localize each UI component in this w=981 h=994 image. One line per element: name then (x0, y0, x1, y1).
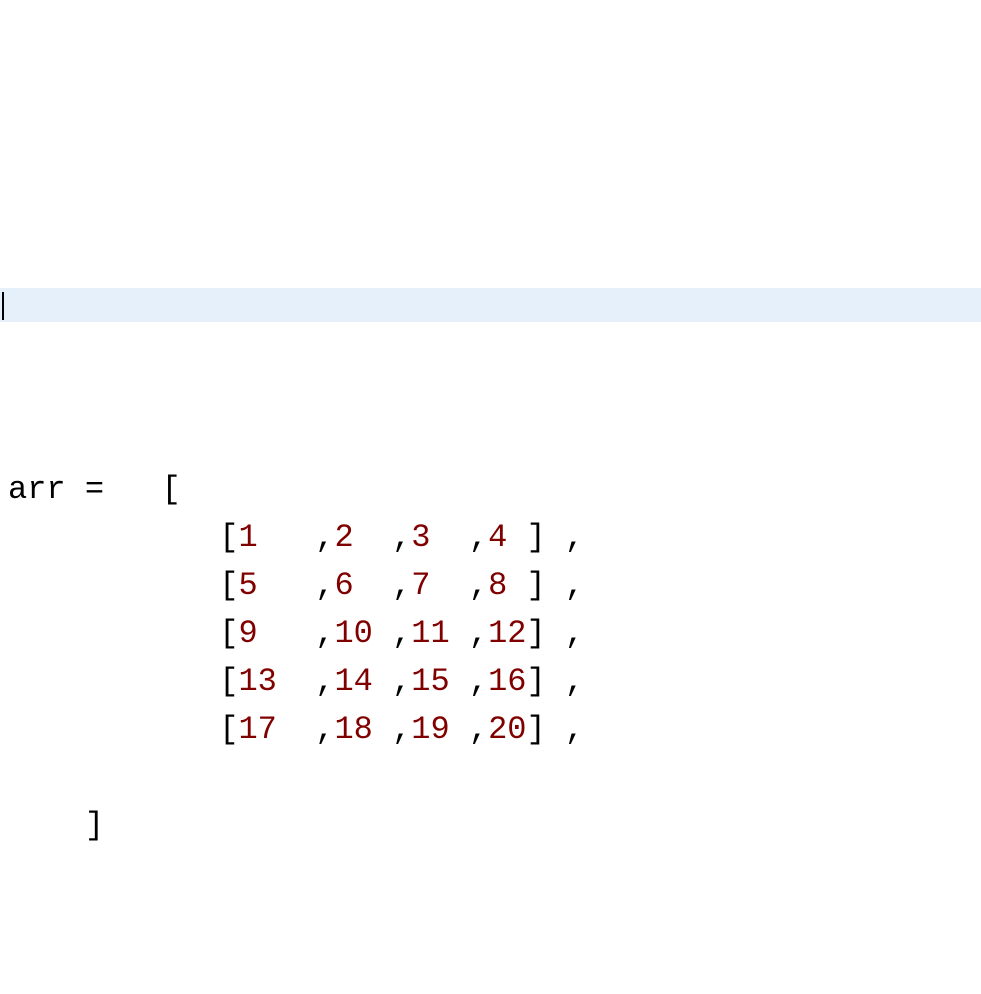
row-bracket-close: ] (526, 663, 545, 700)
row-bracket-open: [ (219, 519, 238, 556)
array-value: 8 (488, 567, 507, 604)
comma: , (469, 519, 488, 556)
comma: , (315, 567, 334, 604)
outer-bracket-close: ] (85, 807, 104, 844)
comma: , (392, 711, 411, 748)
comma: , (392, 567, 411, 604)
comma: , (315, 663, 334, 700)
variable-name: arr (8, 471, 66, 508)
row-bracket-close: ] (526, 519, 545, 556)
array-value: 7 (411, 567, 430, 604)
array-value: 18 (334, 711, 372, 748)
row-trailing-comma: , (565, 519, 584, 556)
row-trailing-comma: , (565, 663, 584, 700)
comma: , (392, 615, 411, 652)
array-value: 1 (238, 519, 257, 556)
row-bracket-close: ] (526, 615, 545, 652)
row-bracket-close: ] (526, 711, 545, 748)
outer-bracket-open: [ (162, 471, 181, 508)
comma: , (315, 615, 334, 652)
array-value: 3 (411, 519, 430, 556)
code-output: arr = [ [1 ,2 ,3 ,4 ] , [5 ,6 ,7 ,8 ] , … (0, 418, 981, 946)
comma: , (469, 711, 488, 748)
array-value: 5 (238, 567, 257, 604)
active-input-cell[interactable] (0, 288, 981, 322)
code-editor: arr = [ [1 ,2 ,3 ,4 ] , [5 ,6 ,7 ,8 ] , … (0, 192, 981, 698)
array-value: 19 (411, 711, 449, 748)
text-cursor (2, 292, 4, 320)
assign-operator: = (85, 471, 104, 508)
array-value: 14 (334, 663, 372, 700)
array-value: 11 (411, 615, 449, 652)
comma: , (392, 663, 411, 700)
comma: , (469, 663, 488, 700)
comma: , (469, 615, 488, 652)
comma: , (315, 519, 334, 556)
array-value: 17 (238, 711, 276, 748)
row-trailing-comma: , (565, 711, 584, 748)
comma: , (469, 567, 488, 604)
row-trailing-comma: , (565, 615, 584, 652)
array-value: 16 (488, 663, 526, 700)
comma: , (315, 711, 334, 748)
row-bracket-open: [ (219, 663, 238, 700)
row-bracket-open: [ (219, 567, 238, 604)
array-value: 9 (238, 615, 257, 652)
row-bracket-open: [ (219, 711, 238, 748)
array-value: 10 (334, 615, 372, 652)
array-value: 12 (488, 615, 526, 652)
comma: , (392, 519, 411, 556)
row-trailing-comma: , (565, 567, 584, 604)
array-value: 6 (334, 567, 353, 604)
array-value: 4 (488, 519, 507, 556)
array-value: 20 (488, 711, 526, 748)
array-value: 2 (334, 519, 353, 556)
array-value: 13 (238, 663, 276, 700)
array-value: 15 (411, 663, 449, 700)
row-bracket-open: [ (219, 615, 238, 652)
row-bracket-close: ] (526, 567, 545, 604)
